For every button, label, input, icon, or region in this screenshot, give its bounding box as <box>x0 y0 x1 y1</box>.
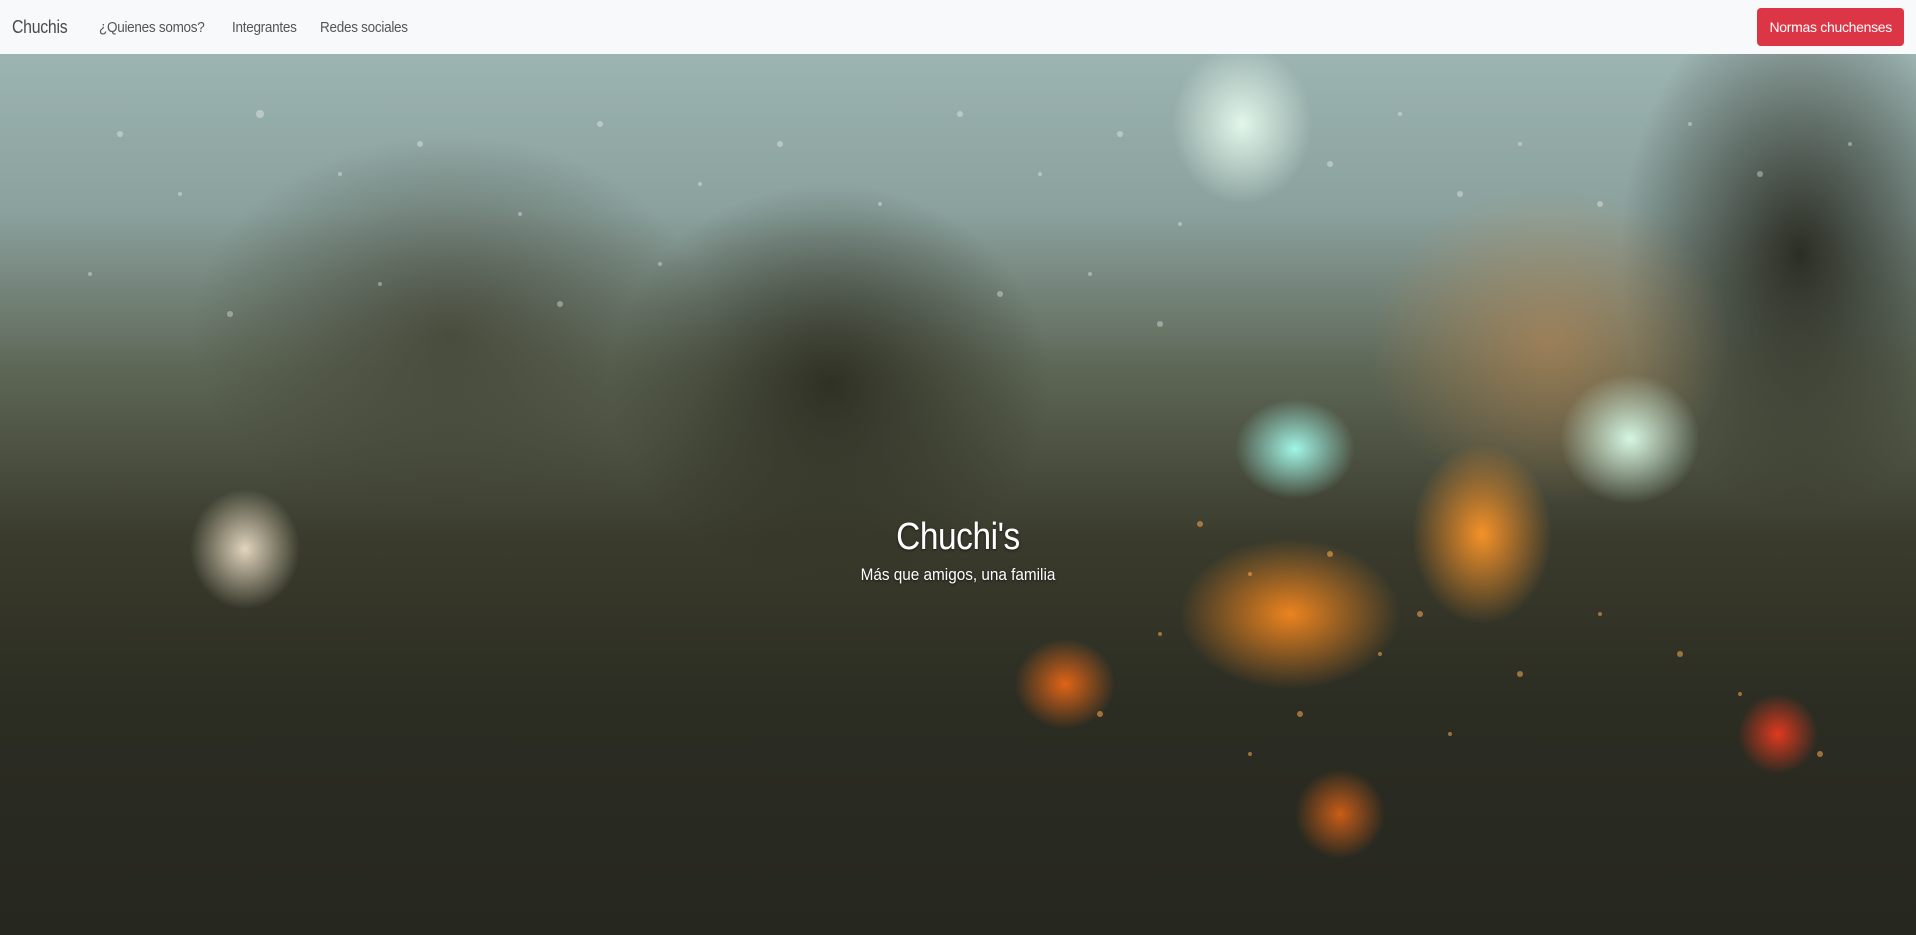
normas-button[interactable]: Normas chuchenses <box>1757 8 1904 46</box>
nav-link-quienes-somos[interactable]: ¿Quienes somos? <box>99 19 205 36</box>
brand-link[interactable]: Chuchis <box>12 17 68 38</box>
nav-link-integrantes[interactable]: Integrantes <box>232 19 297 36</box>
hero-title: Chuchi's <box>896 516 1020 558</box>
nav-link-redes-sociales[interactable]: Redes sociales <box>320 19 408 36</box>
nav-links: ¿Quienes somos? Integrantes Redes social… <box>99 19 418 36</box>
navbar: Chuchis ¿Quienes somos? Integrantes Rede… <box>0 0 1916 54</box>
hero-subtitle: Más que amigos, una familia <box>860 565 1056 584</box>
hero-section: Chuchi's Más que amigos, una familia <box>0 54 1916 935</box>
hero-caption: Chuchi's Más que amigos, una familia <box>0 516 1916 585</box>
rain-background-image <box>88 110 1852 757</box>
